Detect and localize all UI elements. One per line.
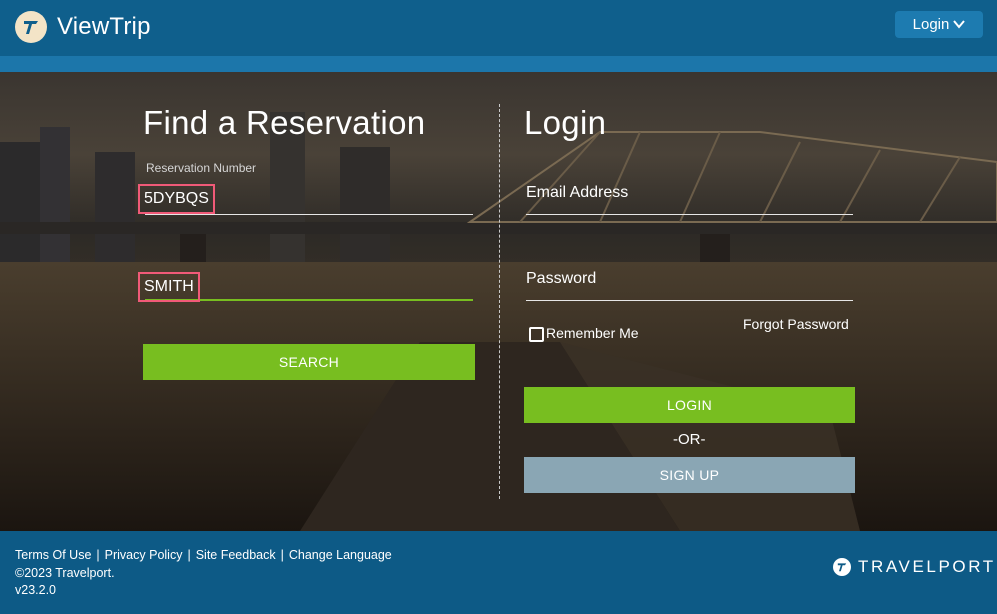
- search-button[interactable]: SEARCH: [143, 344, 475, 380]
- version-text: v23.2.0: [15, 583, 57, 597]
- login-menu-button[interactable]: Login: [895, 11, 983, 38]
- travelport-logo-icon: [833, 558, 851, 576]
- reservation-number-label: Reservation Number: [146, 161, 257, 175]
- footer-links: Terms Of Use | Privacy Policy | Site Fee…: [15, 548, 392, 562]
- page-footer: Terms Of Use | Privacy Policy | Site Fee…: [0, 531, 997, 614]
- remember-me-label: Remember Me: [546, 325, 639, 341]
- last-name-input[interactable]: SMITH: [138, 272, 200, 302]
- search-button-label: SEARCH: [278, 354, 340, 370]
- find-reservation-title: Find a Reservation: [143, 104, 426, 141]
- password-underline: [526, 300, 853, 301]
- login-title: Login: [524, 104, 607, 141]
- reservation-number-input[interactable]: 5DYBQS: [138, 184, 215, 214]
- site-feedback-link[interactable]: Site Feedback: [196, 548, 276, 562]
- viewtrip-logo[interactable]: ViewTrip: [15, 11, 151, 43]
- section-divider: [499, 104, 500, 499]
- sign-up-button-label: SIGN UP: [659, 467, 720, 483]
- password-field[interactable]: Password: [526, 270, 596, 288]
- email-field[interactable]: Email Address: [526, 184, 628, 202]
- sign-up-button[interactable]: SIGN UP: [524, 457, 855, 493]
- login-menu-label: Login: [912, 16, 950, 33]
- header-accent-strip: [0, 56, 997, 72]
- or-separator: -OR-: [673, 431, 706, 448]
- chevron-down-icon: [953, 16, 966, 33]
- travelport-logo: TRAVELPORT: [833, 557, 996, 577]
- brand-name: ViewTrip: [57, 13, 151, 40]
- login-button[interactable]: LOGIN: [524, 387, 855, 423]
- travelport-brand-text: TRAVELPORT: [858, 557, 996, 576]
- login-button-label: LOGIN: [666, 397, 713, 413]
- privacy-policy-link[interactable]: Privacy Policy: [105, 548, 183, 562]
- hero-section: Find a Reservation Reservation Number 5D…: [0, 72, 997, 531]
- forgot-password-link[interactable]: Forgot Password: [743, 316, 849, 332]
- reservation-number-underline: [145, 214, 473, 215]
- copyright-text: ©2023 Travelport.: [15, 566, 115, 580]
- change-language-link[interactable]: Change Language: [289, 548, 392, 562]
- top-header: ViewTrip Login: [0, 0, 997, 56]
- viewtrip-logo-icon: [15, 11, 47, 43]
- email-underline: [526, 214, 853, 215]
- remember-me-checkbox[interactable]: [529, 327, 544, 342]
- terms-of-use-link[interactable]: Terms Of Use: [15, 548, 91, 562]
